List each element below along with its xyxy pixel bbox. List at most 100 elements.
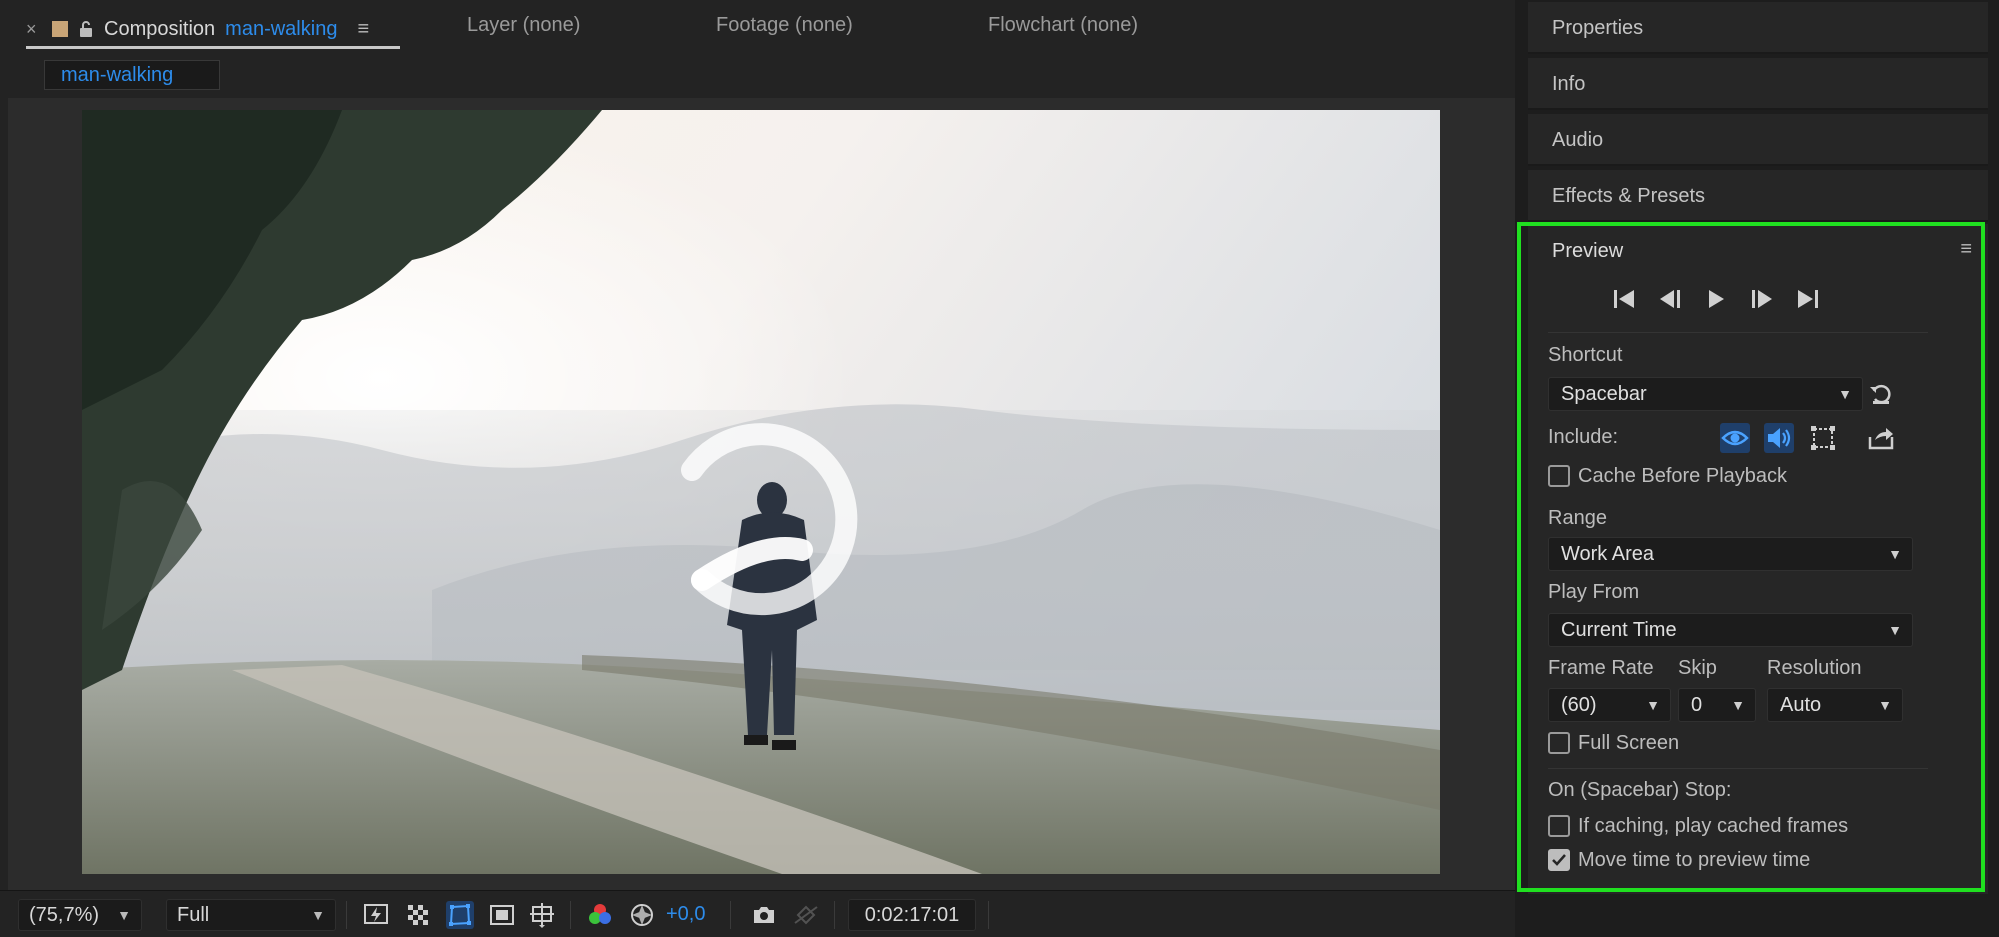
tab-composition[interactable]: × Composition man-walking ≡ (26, 8, 369, 50)
tab-flowchart-label: Flowchart (988, 14, 1075, 36)
shortcut-dropdown[interactable]: Spacebar ▼ (1548, 377, 1863, 411)
resolution-label: Resolution (1767, 657, 1862, 679)
chevron-down-icon: ▼ (1731, 697, 1745, 713)
frame-rate-value: (60) (1561, 694, 1597, 716)
if-caching-option[interactable]: If caching, play cached frames (1548, 814, 1848, 838)
move-time-checkbox[interactable] (1548, 849, 1570, 871)
next-frame-icon[interactable] (1748, 286, 1776, 312)
tab-layer[interactable]: Layer (none) (467, 14, 580, 37)
active-tab-indicator (26, 46, 400, 49)
shortcut-value: Spacebar (1561, 383, 1647, 405)
if-caching-label: If caching, play cached frames (1578, 814, 1849, 837)
tab-flowchart[interactable]: Flowchart (none) (988, 14, 1138, 37)
composition-panel: × Composition man-walking ≡ Layer (none)… (0, 0, 1515, 937)
resolution-dropdown[interactable]: Auto ▼ (1767, 688, 1903, 722)
tab-composition-prefix: Composition (104, 17, 216, 40)
chevron-down-icon: ▼ (1888, 546, 1902, 562)
panel-menu-icon[interactable]: ≡ (357, 18, 369, 41)
magnification-dropdown[interactable]: (75,7%) ▼ (18, 899, 142, 931)
section-divider (1548, 332, 1928, 333)
info-panel-header[interactable]: Info (1528, 58, 1988, 110)
frame-rate-label: Frame Rate (1548, 657, 1654, 679)
after-effects-window: × Composition man-walking ≡ Layer (none)… (0, 0, 1999, 937)
cache-before-playback-checkbox[interactable] (1548, 465, 1570, 487)
unlock-icon[interactable] (78, 20, 94, 38)
toolbar-divider (834, 901, 835, 929)
toolbar-divider (346, 901, 347, 929)
panel-menu-icon[interactable]: ≡ (1960, 238, 1972, 261)
range-label: Range (1548, 507, 1607, 529)
grid-and-guides-icon[interactable] (528, 901, 556, 929)
chevron-down-icon: ▼ (1646, 697, 1660, 713)
preview-resolution-value: Auto (1780, 694, 1822, 716)
tab-composition-name: man-walking (225, 17, 338, 40)
resolution-dropdown[interactable]: Full ▼ (166, 899, 336, 931)
fast-previews-icon[interactable] (362, 901, 390, 929)
chevron-down-icon: ▼ (1888, 622, 1902, 638)
include-video-eye-icon[interactable] (1720, 423, 1750, 453)
range-dropdown[interactable]: Work Area ▼ (1548, 537, 1913, 571)
toolbar-divider (570, 901, 571, 929)
tab-footage-value: (none) (794, 14, 853, 36)
cache-before-playback-label: Cache Before Playback (1578, 464, 1788, 487)
color-channels-icon[interactable] (586, 901, 614, 929)
include-label: Include: (1548, 426, 1619, 448)
full-screen-label: Full Screen (1578, 731, 1680, 754)
first-frame-icon[interactable] (1610, 286, 1638, 312)
snapshot-camera-icon[interactable] (750, 901, 778, 929)
reset-shortcut-icon[interactable] (1866, 379, 1896, 409)
full-screen-option[interactable]: Full Screen (1548, 731, 1679, 755)
composition-viewer-toolbar: (75,7%) ▼ Full ▼ +0,0 0:02:17:01 (0, 890, 1515, 937)
play-icon[interactable] (1702, 286, 1730, 312)
reset-exposure-icon[interactable] (628, 901, 656, 929)
composition-color-swatch-icon (52, 21, 68, 37)
current-timecode: 0:02:17:01 (864, 904, 960, 926)
include-overlays-icon[interactable] (1808, 423, 1838, 453)
show-snapshot-icon[interactable] (792, 901, 820, 929)
transparency-grid-icon[interactable] (404, 901, 432, 929)
full-screen-checkbox[interactable] (1548, 732, 1570, 754)
foggy-field-scene (82, 110, 1440, 874)
on-stop-label: On (Spacebar) Stop: (1548, 779, 1732, 801)
frame-rate-dropdown[interactable]: (60) ▼ (1548, 688, 1671, 722)
move-time-option[interactable]: Move time to preview time (1548, 848, 1810, 872)
tab-footage-label: Footage (716, 14, 790, 36)
current-time-display[interactable]: 0:02:17:01 (848, 899, 976, 931)
chevron-down-icon: ▼ (1878, 697, 1892, 713)
skip-label: Skip (1678, 657, 1717, 679)
if-caching-checkbox[interactable] (1548, 815, 1570, 837)
composition-breadcrumb[interactable]: man-walking (44, 60, 220, 90)
skip-value: 0 (1691, 694, 1703, 716)
toolbar-divider (730, 901, 731, 929)
preview-panel-title[interactable]: Preview (1552, 240, 1623, 263)
close-icon[interactable]: × (26, 19, 42, 40)
right-panel-column: Properties Info Audio Effects & Presets … (1523, 0, 1999, 937)
range-value: Work Area (1561, 543, 1654, 565)
effects-presets-panel-header[interactable]: Effects & Presets (1528, 170, 1988, 222)
play-from-dropdown[interactable]: Current Time ▼ (1548, 613, 1913, 647)
exposure-value[interactable]: +0,0 (666, 903, 705, 926)
previous-frame-icon[interactable] (1656, 286, 1684, 312)
properties-panel-header[interactable]: Properties (1528, 2, 1988, 54)
skip-dropdown[interactable]: 0 ▼ (1678, 688, 1756, 722)
resolution-value: Full (177, 904, 210, 926)
include-audio-speaker-icon[interactable] (1764, 423, 1794, 453)
magnification-value: (75,7%) (29, 904, 100, 926)
preview-panel: Preview ≡ Shortcut Spacebar ▼ Include: C… (1528, 224, 1988, 894)
chevron-down-icon: ▼ (1838, 386, 1852, 402)
tab-footage[interactable]: Footage (none) (716, 14, 853, 37)
cache-before-playback-option[interactable]: Cache Before Playback (1548, 464, 1787, 488)
composition-frame-image[interactable] (82, 110, 1440, 874)
export-preview-icon[interactable] (1866, 423, 1896, 453)
chevron-down-icon: ▼ (311, 907, 325, 923)
checkmark-icon (1552, 854, 1566, 866)
tab-layer-value: (none) (522, 14, 581, 36)
mask-path-visibility-icon[interactable] (446, 901, 474, 929)
section-divider (1548, 768, 1928, 769)
play-from-value: Current Time (1561, 619, 1677, 641)
audio-panel-header[interactable]: Audio (1528, 114, 1988, 166)
region-of-interest-icon[interactable] (488, 901, 516, 929)
last-frame-icon[interactable] (1794, 286, 1822, 312)
play-from-label: Play From (1548, 581, 1640, 603)
tab-flowchart-value: (none) (1080, 14, 1139, 36)
